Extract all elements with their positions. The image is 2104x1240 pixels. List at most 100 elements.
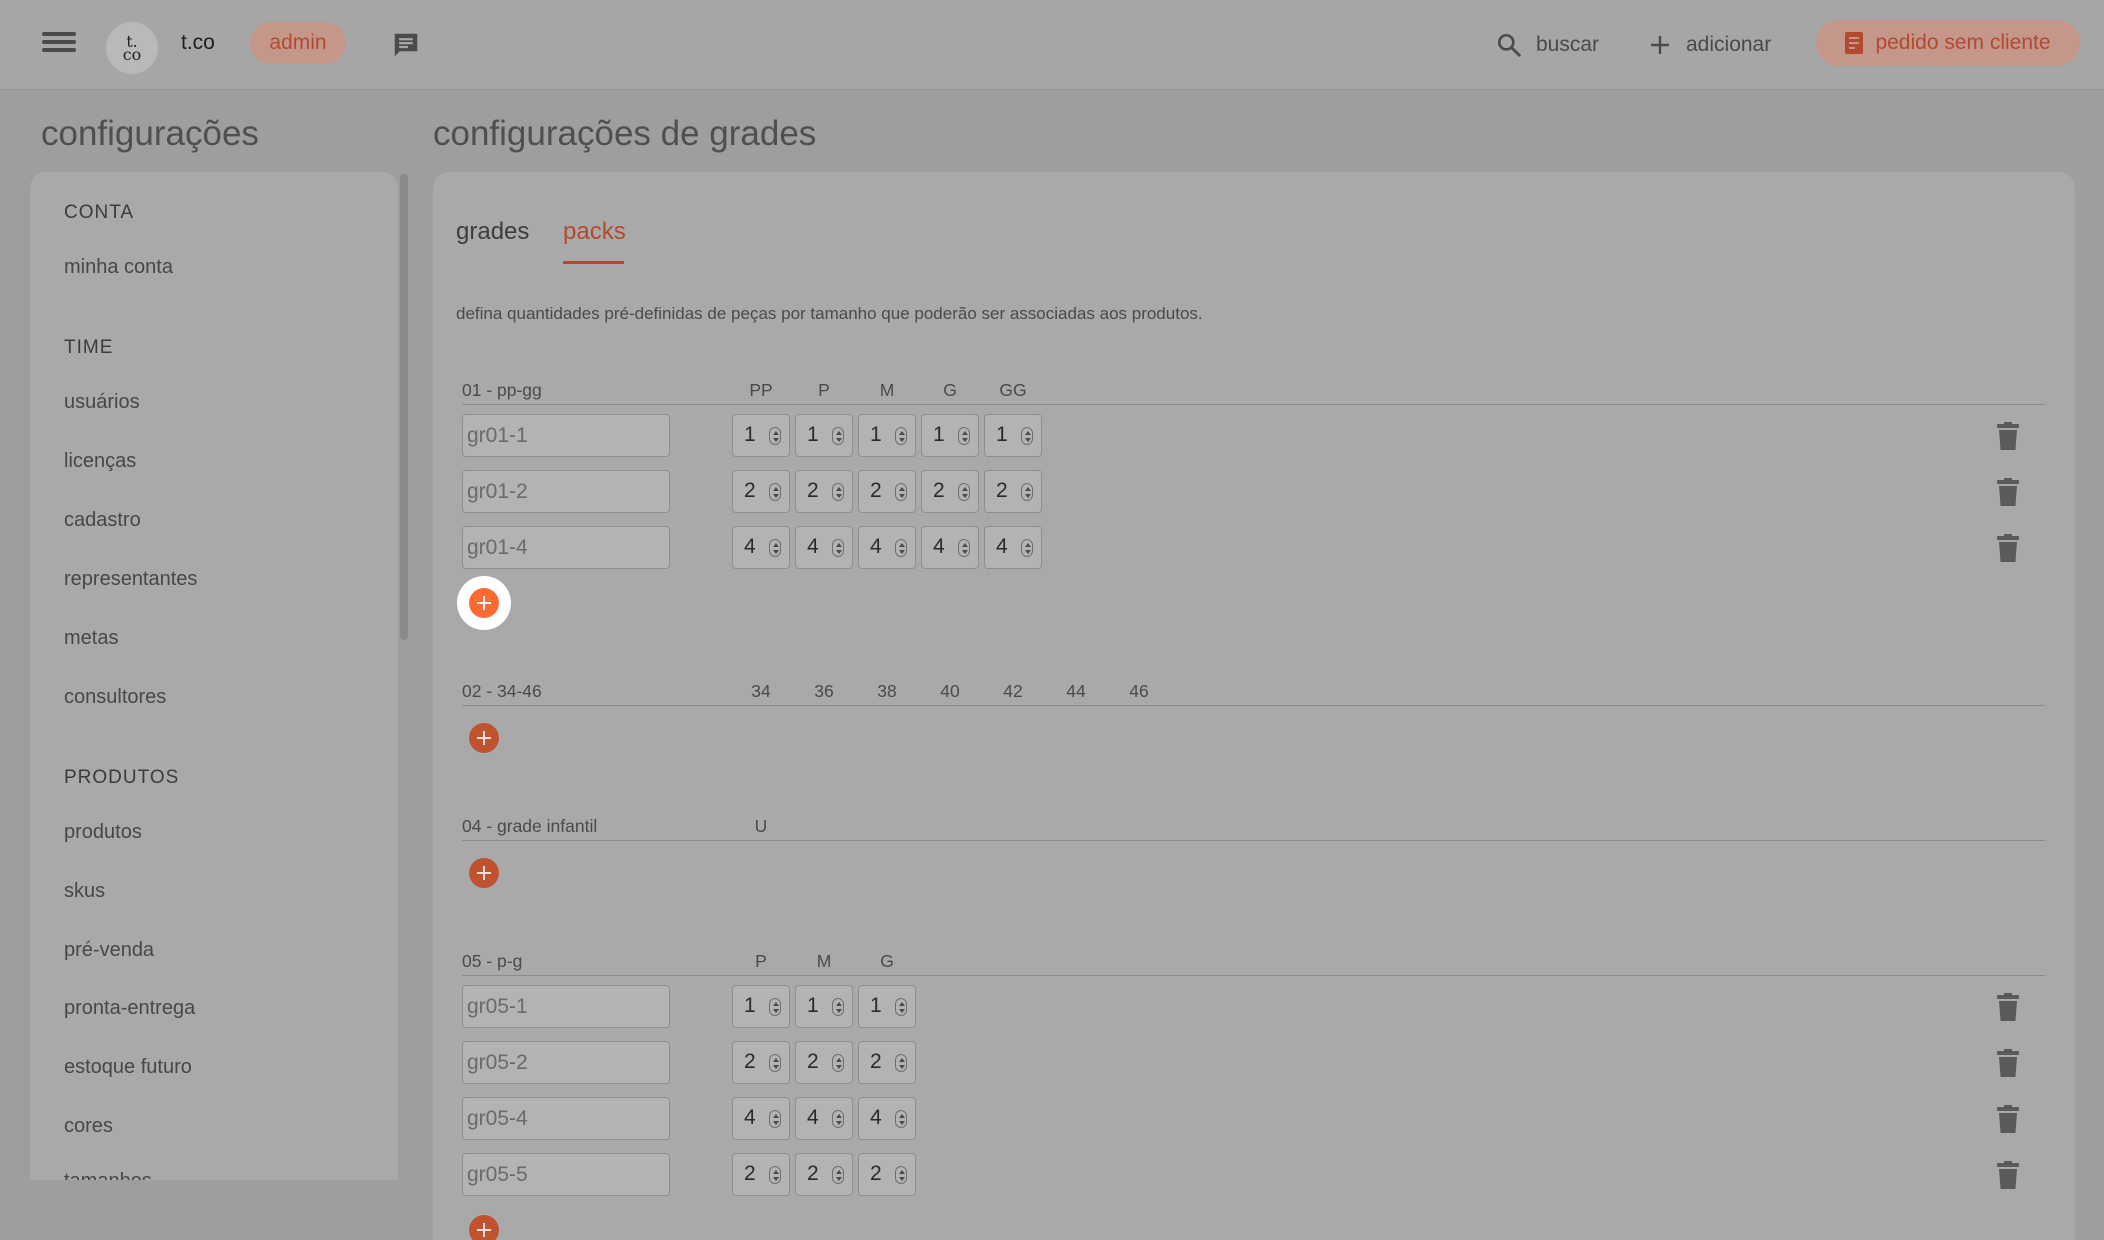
- spinner-arrows-icon[interactable]: [832, 539, 844, 557]
- add-button[interactable]: adicionar: [1648, 30, 1771, 60]
- sidebar-item-estoque-futuro[interactable]: estoque futuro: [64, 1056, 192, 1079]
- pack-name-input[interactable]: gr01-1: [462, 414, 670, 457]
- spinner-arrows-icon[interactable]: [832, 483, 844, 501]
- spinner-arrows-icon[interactable]: [1021, 539, 1033, 557]
- spinner-arrows-icon[interactable]: [895, 539, 907, 557]
- spinner-arrows-icon[interactable]: [895, 1110, 907, 1128]
- pack-quantity-stepper[interactable]: 4: [984, 526, 1042, 569]
- chat-icon[interactable]: [391, 30, 421, 60]
- top-bar: t. co t.co admin buscar adicionar pedido …: [0, 0, 2104, 90]
- sidebar-item-cadastro[interactable]: cadastro: [64, 509, 141, 532]
- spinner-arrows-icon[interactable]: [832, 1110, 844, 1128]
- pack-quantity-stepper[interactable]: 4: [732, 1097, 790, 1140]
- spinner-arrows-icon[interactable]: [895, 1166, 907, 1184]
- spinner-arrows-icon[interactable]: [895, 427, 907, 445]
- sidebar-item-pre-venda[interactable]: pré-venda: [64, 939, 154, 962]
- pack-quantity-stepper[interactable]: 2: [795, 1041, 853, 1084]
- sidebar-item-skus[interactable]: skus: [64, 880, 105, 903]
- spinner-arrows-icon[interactable]: [769, 483, 781, 501]
- pack-name-input[interactable]: gr01-2: [462, 470, 670, 513]
- sidebar-item-licencas[interactable]: licenças: [64, 450, 136, 473]
- pack-quantity-stepper[interactable]: 1: [795, 985, 853, 1028]
- delete-pack-trash-icon[interactable]: [1997, 422, 2019, 450]
- spinner-arrows-icon[interactable]: [769, 998, 781, 1016]
- delete-pack-trash-icon[interactable]: [1997, 1049, 2019, 1077]
- pack-quantity-stepper[interactable]: 4: [858, 1097, 916, 1140]
- spinner-arrows-icon[interactable]: [895, 1054, 907, 1072]
- pack-quantity-stepper[interactable]: 1: [795, 414, 853, 457]
- spinner-arrows-icon[interactable]: [832, 1054, 844, 1072]
- sidebar-item-consultores[interactable]: consultores: [64, 686, 166, 709]
- add-pack-plus-circle-icon[interactable]: [469, 588, 499, 618]
- tab-packs[interactable]: packs: [563, 218, 626, 246]
- sidebar-item-usuarios[interactable]: usuários: [64, 391, 140, 414]
- pack-quantity-stepper[interactable]: 2: [732, 1041, 790, 1084]
- add-pack-plus-circle-icon[interactable]: [469, 723, 499, 753]
- pack-quantity-stepper[interactable]: 1: [858, 985, 916, 1028]
- spinner-arrows-icon[interactable]: [769, 1110, 781, 1128]
- pack-quantity-value: 4: [870, 1106, 882, 1129]
- add-pack-plus-circle-icon[interactable]: [469, 1215, 499, 1240]
- sidebar-item-minha-conta[interactable]: minha conta: [64, 256, 173, 279]
- sidebar-item-pronta-entrega[interactable]: pronta-entrega: [64, 997, 195, 1020]
- sidebar-item-tamanhos[interactable]: tamanhos: [64, 1170, 152, 1180]
- sidebar-item-cores[interactable]: cores: [64, 1115, 113, 1138]
- delete-pack-trash-icon[interactable]: [1997, 1105, 2019, 1133]
- spinner-arrows-icon[interactable]: [769, 427, 781, 445]
- delete-pack-trash-icon[interactable]: [1997, 534, 2019, 562]
- spinner-arrows-icon[interactable]: [832, 998, 844, 1016]
- spinner-arrows-icon[interactable]: [958, 427, 970, 445]
- pack-name-input[interactable]: gr05-2: [462, 1041, 670, 1084]
- pack-quantity-stepper[interactable]: 2: [858, 1041, 916, 1084]
- spinner-arrows-icon[interactable]: [958, 483, 970, 501]
- sidebar-item-produtos[interactable]: produtos: [64, 821, 142, 844]
- spinner-arrows-icon[interactable]: [769, 1054, 781, 1072]
- spinner-arrows-icon[interactable]: [1021, 427, 1033, 445]
- pack-quantity-stepper[interactable]: 2: [858, 1153, 916, 1196]
- tab-grades[interactable]: grades: [456, 218, 529, 246]
- spinner-arrows-icon[interactable]: [832, 427, 844, 445]
- sidebar-scrollbar[interactable]: [400, 174, 408, 640]
- spinner-arrows-icon[interactable]: [832, 1166, 844, 1184]
- pack-quantity-stepper[interactable]: 2: [921, 470, 979, 513]
- order-without-client-button[interactable]: pedido sem cliente: [1816, 20, 2080, 66]
- pack-quantity-stepper[interactable]: 2: [795, 1153, 853, 1196]
- pack-quantity-stepper[interactable]: 1: [732, 985, 790, 1028]
- menu-icon[interactable]: [42, 28, 76, 58]
- pack-quantity-stepper[interactable]: 2: [732, 1153, 790, 1196]
- sidebar-item-metas[interactable]: metas: [64, 627, 118, 650]
- size-column-header: 42: [1003, 681, 1023, 701]
- pack-name-input[interactable]: gr05-5: [462, 1153, 670, 1196]
- pack-name-input[interactable]: gr01-4: [462, 526, 670, 569]
- pack-quantity-stepper[interactable]: 4: [795, 1097, 853, 1140]
- pack-quantity-stepper[interactable]: 1: [732, 414, 790, 457]
- pack-quantity-stepper[interactable]: 4: [921, 526, 979, 569]
- pack-quantity-stepper[interactable]: 2: [795, 470, 853, 513]
- sidebar-item-representantes[interactable]: representantes: [64, 568, 197, 591]
- pack-quantity-stepper[interactable]: 4: [795, 526, 853, 569]
- delete-pack-trash-icon[interactable]: [1997, 993, 2019, 1021]
- delete-pack-trash-icon[interactable]: [1997, 1161, 2019, 1189]
- pack-quantity-stepper[interactable]: 1: [984, 414, 1042, 457]
- pack-quantity-stepper[interactable]: 1: [858, 414, 916, 457]
- pack-quantity-stepper[interactable]: 4: [732, 526, 790, 569]
- spinner-arrows-icon[interactable]: [895, 998, 907, 1016]
- pack-quantity-stepper[interactable]: 2: [732, 470, 790, 513]
- pack-name-input[interactable]: gr05-4: [462, 1097, 670, 1140]
- pack-name-input[interactable]: gr05-1: [462, 985, 670, 1028]
- spinner-arrows-icon[interactable]: [769, 1166, 781, 1184]
- add-label: adicionar: [1686, 33, 1772, 56]
- add-pack-plus-circle-icon[interactable]: [469, 858, 499, 888]
- spinner-arrows-icon[interactable]: [958, 539, 970, 557]
- pack-quantity-value: 4: [744, 535, 756, 558]
- sidebar-section-time: TIME: [64, 337, 114, 358]
- pack-quantity-stepper[interactable]: 4: [858, 526, 916, 569]
- delete-pack-trash-icon[interactable]: [1997, 478, 2019, 506]
- pack-quantity-stepper[interactable]: 2: [984, 470, 1042, 513]
- pack-quantity-stepper[interactable]: 2: [858, 470, 916, 513]
- spinner-arrows-icon[interactable]: [895, 483, 907, 501]
- spinner-arrows-icon[interactable]: [1021, 483, 1033, 501]
- pack-quantity-stepper[interactable]: 1: [921, 414, 979, 457]
- spinner-arrows-icon[interactable]: [769, 539, 781, 557]
- search-button[interactable]: buscar: [1496, 30, 1599, 60]
